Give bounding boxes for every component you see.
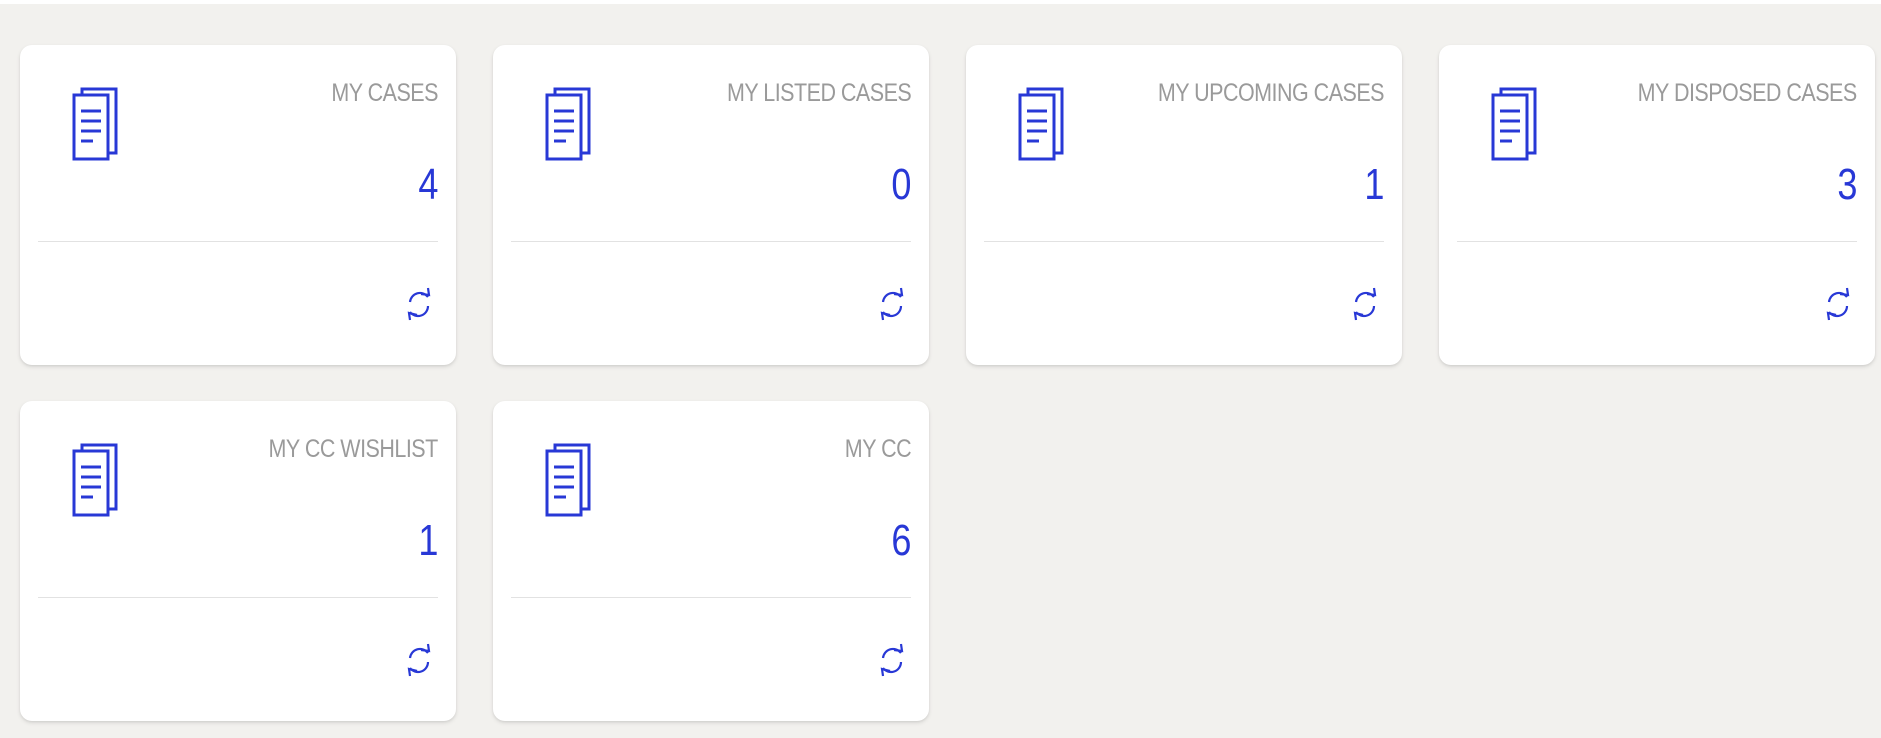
card-title: MY DISPOSED CASES bbox=[1637, 79, 1858, 107]
card-my-disposed-cases[interactable]: MY DISPOSED CASES 3 bbox=[1439, 45, 1875, 365]
dashboard-page: MY CASES 4 MY LISTED CASES 0 MY UPCOMING… bbox=[0, 4, 1881, 738]
card-divider bbox=[511, 597, 911, 598]
refresh-icon[interactable] bbox=[404, 285, 434, 323]
card-my-listed-cases[interactable]: MY LISTED CASES 0 bbox=[493, 45, 929, 365]
refresh-icon[interactable] bbox=[404, 641, 434, 679]
card-title: MY CC WISHLIST bbox=[268, 435, 439, 463]
refresh-icon[interactable] bbox=[877, 641, 907, 679]
card-count: 1 bbox=[1363, 160, 1384, 209]
card-count: 1 bbox=[417, 516, 438, 565]
card-my-cc-wishlist[interactable]: MY CC WISHLIST 1 bbox=[20, 401, 456, 721]
document-stack-icon bbox=[545, 87, 591, 161]
card-divider bbox=[38, 597, 438, 598]
card-count: 6 bbox=[890, 516, 911, 565]
card-my-upcoming-cases[interactable]: MY UPCOMING CASES 1 bbox=[966, 45, 1402, 365]
card-divider bbox=[511, 241, 911, 242]
document-stack-icon bbox=[545, 443, 591, 517]
document-stack-icon bbox=[72, 443, 118, 517]
refresh-icon[interactable] bbox=[1823, 285, 1853, 323]
card-divider bbox=[984, 241, 1384, 242]
card-title: MY LISTED CASES bbox=[726, 79, 912, 107]
card-divider bbox=[1457, 241, 1857, 242]
refresh-icon[interactable] bbox=[1350, 285, 1380, 323]
card-count: 3 bbox=[1836, 160, 1857, 209]
card-title: MY UPCOMING CASES bbox=[1157, 79, 1385, 107]
card-title: MY CASES bbox=[331, 79, 438, 107]
card-divider bbox=[38, 241, 438, 242]
case-summary-grid: MY CASES 4 MY LISTED CASES 0 MY UPCOMING… bbox=[20, 45, 1875, 721]
card-title: MY CC bbox=[844, 435, 912, 463]
card-my-cases[interactable]: MY CASES 4 bbox=[20, 45, 456, 365]
document-stack-icon bbox=[1491, 87, 1537, 161]
card-my-cc[interactable]: MY CC 6 bbox=[493, 401, 929, 721]
document-stack-icon bbox=[72, 87, 118, 161]
document-stack-icon bbox=[1018, 87, 1064, 161]
card-count: 4 bbox=[417, 160, 438, 209]
card-count: 0 bbox=[890, 160, 911, 209]
refresh-icon[interactable] bbox=[877, 285, 907, 323]
